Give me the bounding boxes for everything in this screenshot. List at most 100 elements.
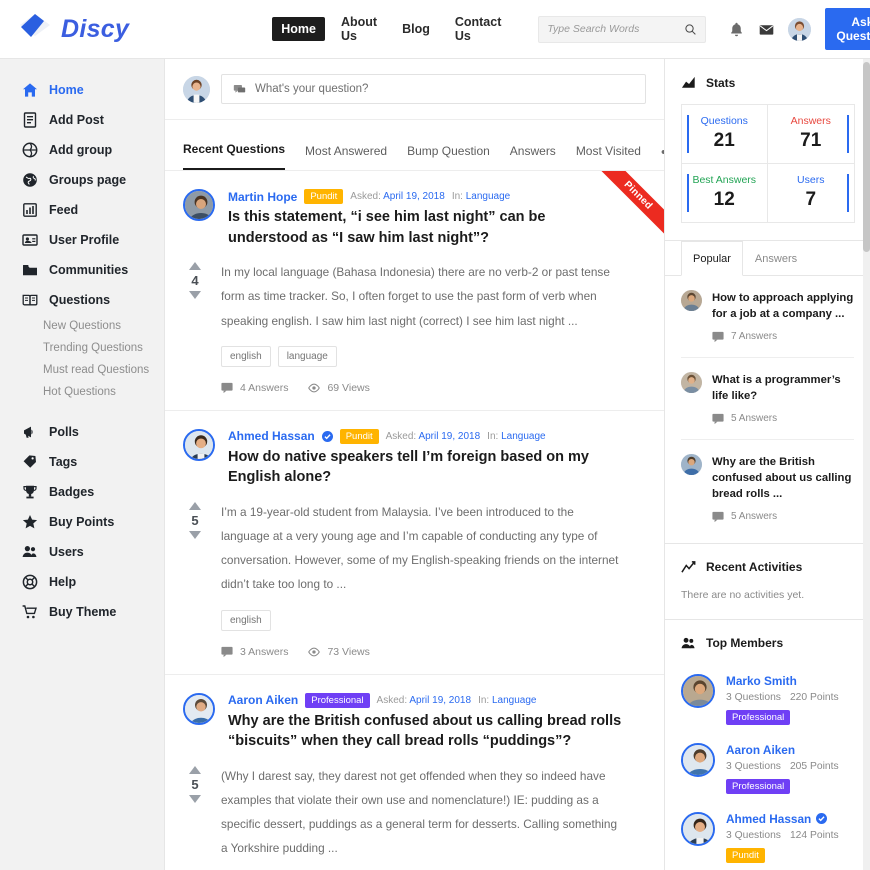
comment-icon [712,331,724,342]
sidebar-subitem-new-questions[interactable]: New Questions [0,315,164,337]
stat-cell-users[interactable]: Users 7 [767,162,855,223]
popular-question-title[interactable]: What is a programmer’s life like? [712,372,854,405]
sidebar-item-buy-points[interactable]: Buy Points [0,507,164,537]
eye-icon [308,647,321,656]
member-avatar[interactable] [681,811,715,846]
question-author[interactable]: Ahmed Hassan [228,429,315,443]
sidebar-item-label: Badges [49,485,95,499]
nav-item-blog[interactable]: Blog [393,17,439,41]
stat-cell-best-answers[interactable]: Best Answers 12 [680,162,768,223]
stat-cell-answers[interactable]: Answers 71 [767,103,855,164]
vote-up-icon[interactable] [189,501,201,510]
member-avatar[interactable] [681,742,715,777]
vote-up-icon[interactable] [189,262,201,271]
question-author[interactable]: Aaron Aiken [228,693,298,707]
question-title[interactable]: How do native speakers tell I’m foreign … [228,447,628,488]
question-author[interactable]: Martin Hope [228,190,297,204]
sidebar-item-users[interactable]: Users [0,537,164,567]
sidebar-subitem-trending-questions[interactable]: Trending Questions [0,337,164,359]
popular-question-item[interactable]: Why are the British confused about us ca… [681,440,854,525]
top-member-item[interactable]: Aaron Aiken 3 Questions 205 Points Profe… [681,734,854,803]
tab-most-answered[interactable]: Most Answered [305,144,387,170]
member-name-row[interactable]: Ahmed Hassan [726,812,839,826]
popular-question-item[interactable]: What is a programmer’s life like? 5 Answ… [681,358,854,440]
bell-icon[interactable] [728,21,745,38]
header-avatar[interactable] [788,17,812,41]
question-excerpt: I’m a 19-year-old student from Malaysia.… [221,504,619,592]
vote-control: 5 [183,764,207,861]
tag-chip[interactable]: language [277,345,337,367]
sidebar-item-communities[interactable]: Communities [0,255,164,285]
member-name-row[interactable]: Aaron Aiken [726,743,839,757]
tab-most-visited[interactable]: Most Visited [576,144,641,170]
sidebar-item-feed[interactable]: Feed [0,195,164,225]
sidebar-item-buy-theme[interactable]: Buy Theme [0,597,164,627]
answers-count[interactable]: 4 Answers [221,382,288,394]
answers-count[interactable]: 3 Answers [221,646,288,658]
vote-down-icon[interactable] [189,794,201,803]
wtab-answers[interactable]: Answers [743,241,809,276]
wtab-popular[interactable]: Popular [681,241,743,276]
tab-answers[interactable]: Answers [510,144,556,170]
search-input[interactable] [547,23,685,35]
question-title[interactable]: Is this statement, “i see him last night… [228,207,628,248]
sidebar-item-add-post[interactable]: Add Post [0,105,164,135]
ask-question-button[interactable]: Ask Question [825,8,870,50]
popular-question-answers: 5 Answers [712,413,854,425]
sidebar-item-questions[interactable]: Questions [0,285,164,315]
help-icon [22,574,38,590]
header-search[interactable] [538,15,707,43]
vote-down-icon[interactable] [189,291,201,300]
nav-item-contact-us[interactable]: Contact Us [446,10,511,48]
site-logo[interactable]: Discy [18,12,129,46]
popular-question-item[interactable]: How to approach applying for a job at a … [681,276,854,358]
stat-cell-questions[interactable]: Questions 21 [680,103,768,164]
sidebar-subitem-must-read-questions[interactable]: Must read Questions [0,359,164,381]
sidebar-item-groups-page[interactable]: Groups page [0,165,164,195]
member-name-row[interactable]: Marko Smith [726,674,839,688]
sidebar-item-add-group[interactable]: Add group [0,135,164,165]
current-user-avatar[interactable] [183,75,210,103]
page-scrollbar-thumb[interactable] [863,62,870,252]
nav-item-about-us[interactable]: About Us [332,10,386,48]
ask-question-input[interactable] [255,83,634,95]
question-title[interactable]: Why are the British confused about us ca… [228,711,628,752]
envelope-icon[interactable] [758,21,775,38]
sidebar-item-help[interactable]: Help [0,567,164,597]
recent-activities-header: Recent Activities [681,560,854,575]
stat-label: Answers [790,114,831,127]
top-member-item[interactable]: Ahmed Hassan 3 Questions 124 Points Pund… [681,803,854,870]
popular-question-title[interactable]: How to approach applying for a job at a … [712,290,854,323]
vote-up-icon[interactable] [189,765,201,774]
author-avatar[interactable] [183,428,215,461]
author-avatar[interactable] [183,189,215,221]
tag-chip[interactable]: english [221,609,271,631]
question-category: Language [465,191,511,202]
tab-recent-questions[interactable]: Recent Questions [183,142,286,170]
tab-bump-question[interactable]: Bump Question [407,144,490,170]
sidebar-subitem-hot-questions[interactable]: Hot Questions [0,381,164,403]
nav-item-home[interactable]: Home [272,17,325,41]
popular-question-title[interactable]: Why are the British confused about us ca… [712,454,854,503]
ask-question-field[interactable] [221,74,646,104]
top-member-item[interactable]: Marko Smith 3 Questions 220 Points Profe… [681,665,854,734]
author-avatar[interactable] [183,692,215,725]
sidebar-item-label: Polls [49,425,79,439]
stat-label: Users [797,173,825,186]
question-card: Aaron Aiken Professional Asked: April 19… [165,675,664,870]
member-avatar[interactable] [681,673,715,708]
sidebar-item-tags[interactable]: Tags [0,447,164,477]
search-icon[interactable] [684,23,697,36]
tag-chip[interactable]: english [221,345,271,367]
member-points: 220 Points [789,691,839,703]
site-header: Discy Home About Us Blog Contact Us Type… [0,0,870,59]
sidebar-item-home[interactable]: Home [0,75,164,105]
stat-value: 7 [805,188,817,210]
member-stats: 3 Questions 205 Points [726,761,839,772]
sidebar-item-polls[interactable]: Polls [0,417,164,447]
sidebar-item-user-profile[interactable]: User Profile [0,225,164,255]
vote-down-icon[interactable] [189,530,201,539]
member-name: Aaron Aiken [726,742,796,757]
sidebar-item-badges[interactable]: Badges [0,477,164,507]
question-asked: Asked: April 19, 2018 [385,430,481,442]
